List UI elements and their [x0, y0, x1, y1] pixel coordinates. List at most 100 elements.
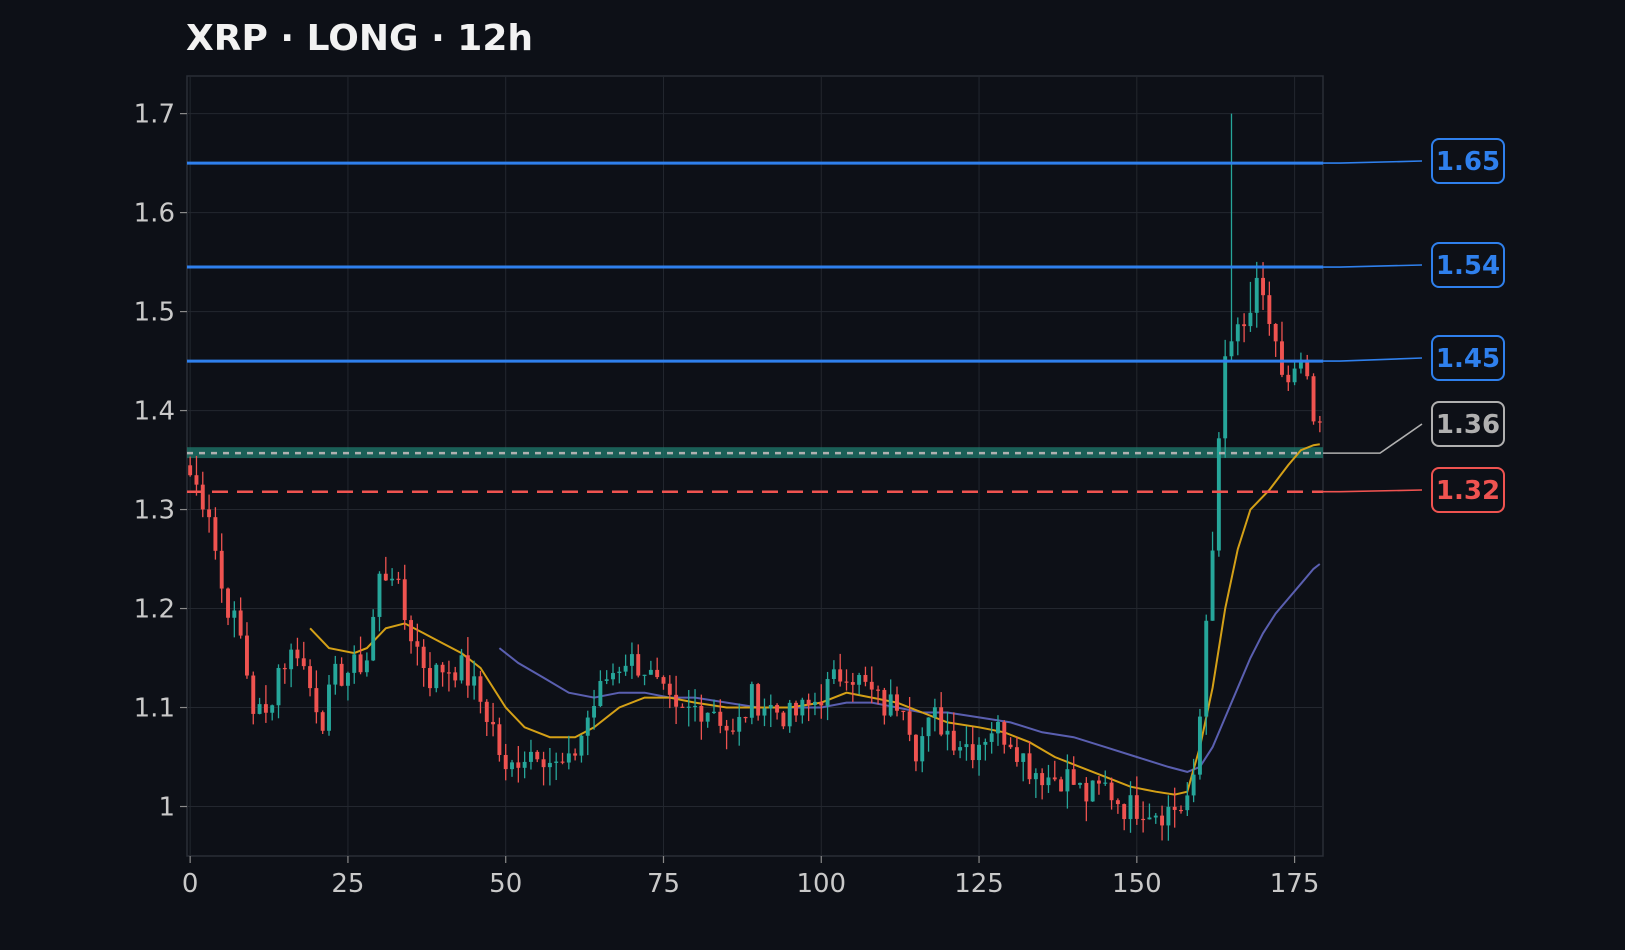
candle-body [251, 675, 256, 714]
x-tick-label: 0 [182, 869, 199, 899]
candle-body [1115, 800, 1120, 805]
candle-body [655, 669, 660, 678]
plot-area [186, 75, 1324, 857]
candle-body [1040, 773, 1045, 786]
candle-body [661, 677, 666, 684]
candle-body [951, 730, 956, 751]
candle-body [1033, 773, 1038, 780]
candle-body [434, 664, 439, 689]
candle-body [528, 751, 533, 762]
candle-body [958, 747, 963, 751]
candle-body [1197, 716, 1202, 775]
candle-body [888, 694, 893, 716]
candle-body [478, 676, 483, 702]
candle-body [226, 588, 230, 618]
candle-body [838, 669, 843, 682]
y-tick-label: 1.3 [134, 496, 175, 526]
candle-body [686, 706, 691, 708]
candle-body [913, 734, 918, 762]
y-tick-label: 1.2 [134, 595, 175, 625]
candle-body [1216, 438, 1221, 551]
candle-body [1141, 818, 1146, 821]
y-tick-label: 1.6 [134, 199, 175, 229]
candle-body [428, 668, 432, 689]
candle-body [333, 663, 338, 685]
y-tick-label: 1 [158, 793, 175, 823]
candle-body [573, 753, 578, 756]
candle-body [320, 712, 325, 731]
candle-body [850, 682, 855, 685]
candle-body [244, 635, 249, 676]
candle-body [1242, 324, 1247, 327]
candle-body [535, 751, 540, 760]
candle-body [1166, 806, 1171, 826]
candle-body [1090, 780, 1095, 802]
y-tick-label: 1.5 [134, 298, 175, 328]
candle-body [648, 669, 653, 675]
candle-body [945, 730, 950, 735]
candle-body [560, 761, 565, 763]
candle-body [1122, 804, 1127, 820]
candle-body [1261, 277, 1266, 296]
take-profit-3-tag-label: 1.65 [1436, 147, 1500, 177]
x-tick-label: 50 [489, 869, 522, 899]
candle-body [1071, 769, 1076, 785]
candle-body [1014, 747, 1019, 762]
candle-body [1204, 620, 1209, 717]
candle-body [327, 684, 331, 731]
x-tick-label: 100 [796, 869, 846, 899]
candle-body [459, 655, 464, 681]
candle-body [1229, 341, 1234, 357]
candle-body [263, 704, 268, 713]
candle-body [465, 655, 470, 686]
candle-body [642, 674, 647, 676]
candle-body [1103, 782, 1108, 784]
candle-body [547, 762, 552, 768]
candle-body [219, 550, 224, 589]
candle-body [611, 673, 615, 680]
candle-body [1008, 744, 1013, 748]
candle-body [680, 706, 685, 708]
candle-body [409, 620, 414, 642]
candle-body [232, 610, 237, 618]
candle-body [1179, 809, 1183, 812]
candle-body [1280, 341, 1284, 375]
candle-body [592, 706, 597, 718]
candle-body [276, 667, 281, 706]
candle-body [977, 744, 982, 761]
candle-body [289, 649, 294, 670]
candle-body [1185, 795, 1190, 811]
level-tags: 1.65 1.54 1.45 1.36 1.32 [1323, 138, 1505, 513]
candle-body [964, 744, 969, 748]
candle-body [352, 654, 357, 673]
x-tick-label: 175 [1270, 869, 1320, 899]
candle-body [926, 717, 931, 737]
candle-body [743, 716, 748, 719]
candle-body [522, 761, 527, 768]
candle-body [421, 646, 426, 669]
candle-body [440, 664, 445, 673]
take-profit-2-tag-label: 1.54 [1436, 251, 1500, 281]
entry-connector [1323, 423, 1423, 454]
candle-body [1096, 780, 1101, 784]
candle-body [882, 689, 887, 716]
candle-body [585, 717, 590, 736]
candle-body [705, 712, 710, 722]
y-tick-label: 1.4 [134, 397, 175, 427]
candle-body [1052, 777, 1057, 780]
candle-body [1248, 312, 1253, 327]
candle-body [188, 465, 193, 476]
candle-body [1059, 779, 1064, 792]
candle-body [712, 711, 716, 713]
candle-body [497, 724, 502, 755]
y-tick-label: 1.7 [134, 100, 175, 130]
candle-body [358, 654, 363, 673]
entry-tag-label: 1.36 [1436, 410, 1500, 440]
candle-body [377, 573, 382, 617]
candlestick-chart: 0 25 50 75 100 125 150 175 1 1.1 1.2 1.3 1.4 1.5 1.6 1.… [134, 75, 1505, 899]
candle-body [1311, 376, 1316, 422]
candle-body [554, 761, 559, 763]
candle-body [1317, 421, 1322, 423]
candle-body [768, 704, 773, 709]
candle-body [762, 708, 767, 716]
